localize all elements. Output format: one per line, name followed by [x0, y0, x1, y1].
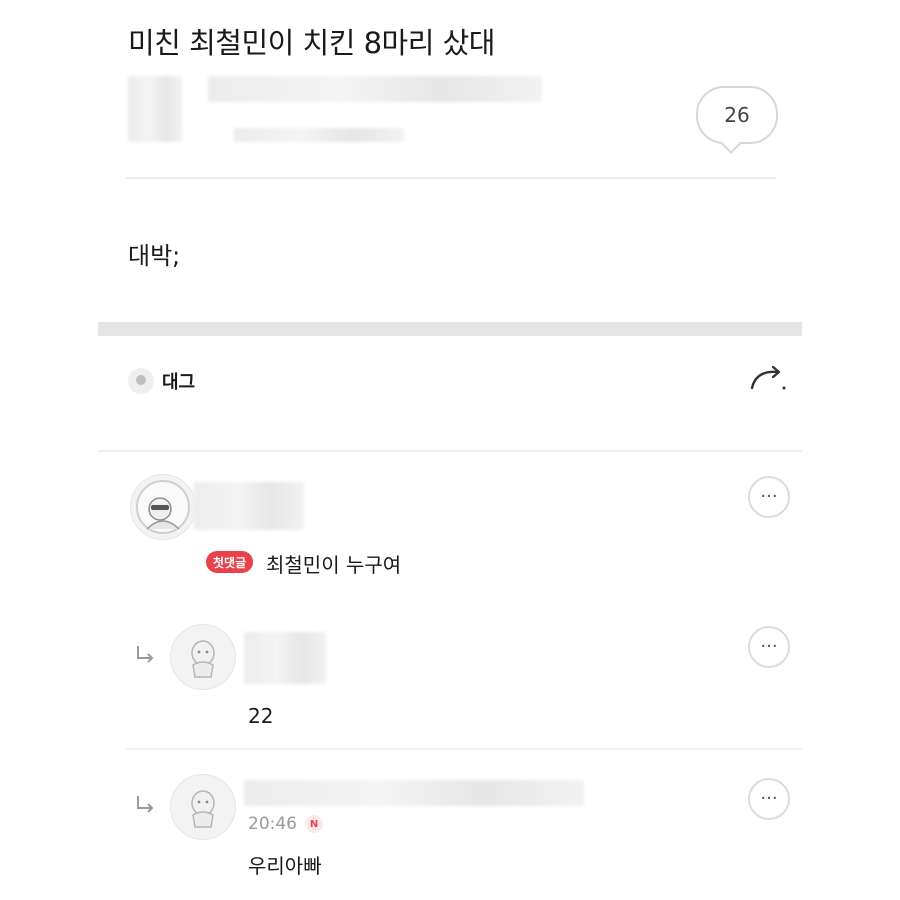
reply-text: 22: [248, 704, 274, 728]
comment-timestamp: 20:46: [248, 814, 297, 834]
author-name-blurred: [208, 76, 542, 102]
toolbar-label: 대그: [162, 372, 196, 390]
post-body: 대박;: [128, 242, 181, 270]
post-page: 미친 최철민이 치킨 8마리 샀대 26 대박; 대그 ··· 첫댓글 최철민이…: [98, 0, 802, 900]
reply-arrow-icon: [137, 646, 154, 663]
comments-top-divider: [98, 450, 802, 452]
reply-author-blurred: [244, 632, 326, 684]
first-comment-badge: 첫댓글: [206, 551, 254, 573]
character-avatar-drawing: [136, 480, 190, 534]
post-meta-blurred: [234, 128, 404, 142]
more-dots-icon: ···: [760, 486, 778, 507]
comment-count: 26: [724, 103, 750, 127]
reply-more-button[interactable]: ···: [748, 626, 790, 668]
more-dots-icon: ···: [760, 788, 778, 809]
reply-arrow-icon: [137, 796, 154, 813]
reply-text: 우리아빠: [248, 854, 322, 878]
user-avatar-icon[interactable]: [130, 474, 196, 540]
header-divider: [126, 177, 776, 179]
more-dots-icon: ···: [760, 636, 778, 657]
comment-more-button[interactable]: ···: [748, 476, 790, 518]
toolbar-avatar-icon: [128, 368, 154, 394]
comment-count-button[interactable]: 26: [696, 86, 778, 154]
author-avatar-blurred: [128, 76, 182, 142]
character-avatar-drawing: [191, 790, 215, 828]
share-arrow-icon[interactable]: [748, 364, 788, 394]
post-title: 미친 최철민이 치킨 8마리 샀대: [128, 26, 495, 60]
user-avatar-icon[interactable]: [170, 624, 236, 690]
section-separator: [98, 322, 802, 336]
reply-more-button[interactable]: ···: [748, 778, 790, 820]
comment-author-blurred: [194, 482, 304, 530]
bubble-tail: [721, 134, 741, 154]
new-badge: N: [305, 815, 323, 833]
reply-divider: [126, 748, 802, 750]
comment-text: 최철민이 누구여: [266, 553, 402, 577]
reply-author-blurred: [244, 780, 584, 806]
character-avatar-drawing: [191, 640, 215, 678]
user-avatar-icon[interactable]: [170, 774, 236, 840]
